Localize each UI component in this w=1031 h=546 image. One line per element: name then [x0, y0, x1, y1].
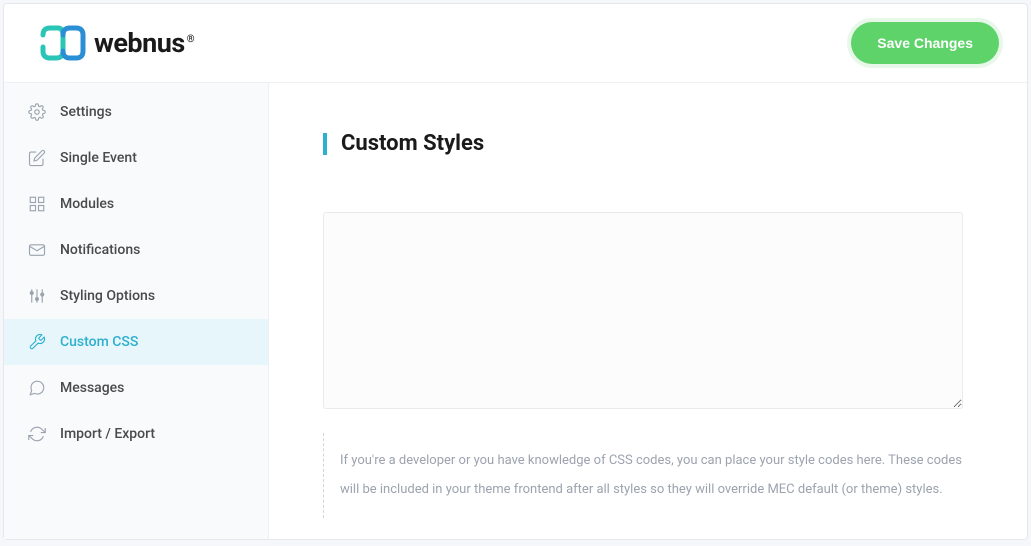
- body: Settings Single Event Modules Notificati…: [4, 83, 1027, 539]
- refresh-icon: [28, 425, 46, 443]
- sidebar-item-modules[interactable]: Modules: [4, 181, 268, 227]
- sidebar-item-messages[interactable]: Messages: [4, 365, 268, 411]
- help-text: If you're a developer or you have knowle…: [323, 433, 963, 518]
- sidebar-item-import-export[interactable]: Import / Export: [4, 411, 268, 457]
- sidebar-item-single-event[interactable]: Single Event: [4, 135, 268, 181]
- chat-icon: [28, 379, 46, 397]
- main-panel: Custom Styles If you're a developer or y…: [269, 83, 1027, 539]
- header: webnus® Save Changes: [4, 4, 1027, 83]
- custom-css-textarea[interactable]: [323, 212, 963, 409]
- title-accent-bar: [323, 133, 327, 155]
- sidebar-item-label: Custom CSS: [60, 334, 138, 350]
- sidebar-item-label: Import / Export: [60, 426, 155, 442]
- logo: webnus®: [40, 25, 194, 61]
- save-changes-button[interactable]: Save Changes: [851, 22, 999, 64]
- gear-icon: [28, 103, 46, 121]
- logo-text: webnus®: [94, 27, 194, 59]
- sidebar-item-label: Messages: [60, 380, 124, 396]
- app-container: webnus® Save Changes Settings Single Eve…: [3, 3, 1028, 540]
- sidebar-item-label: Single Event: [60, 150, 137, 166]
- edit-icon: [28, 149, 46, 167]
- sliders-icon: [28, 287, 46, 305]
- sidebar-item-label: Settings: [60, 104, 112, 120]
- grid-icon: [28, 195, 46, 213]
- sidebar-item-label: Notifications: [60, 242, 140, 258]
- page-title-wrap: Custom Styles: [323, 131, 963, 156]
- logo-mark-icon: [40, 25, 86, 61]
- sidebar-item-styling-options[interactable]: Styling Options: [4, 273, 268, 319]
- sidebar: Settings Single Event Modules Notificati…: [4, 83, 269, 539]
- sidebar-item-label: Styling Options: [60, 288, 155, 304]
- sidebar-item-settings[interactable]: Settings: [4, 89, 268, 135]
- page-title: Custom Styles: [341, 131, 484, 156]
- mail-icon: [28, 241, 46, 259]
- sidebar-item-notifications[interactable]: Notifications: [4, 227, 268, 273]
- sidebar-item-label: Modules: [60, 196, 114, 212]
- wrench-icon: [28, 333, 46, 351]
- sidebar-item-custom-css[interactable]: Custom CSS: [4, 319, 268, 365]
